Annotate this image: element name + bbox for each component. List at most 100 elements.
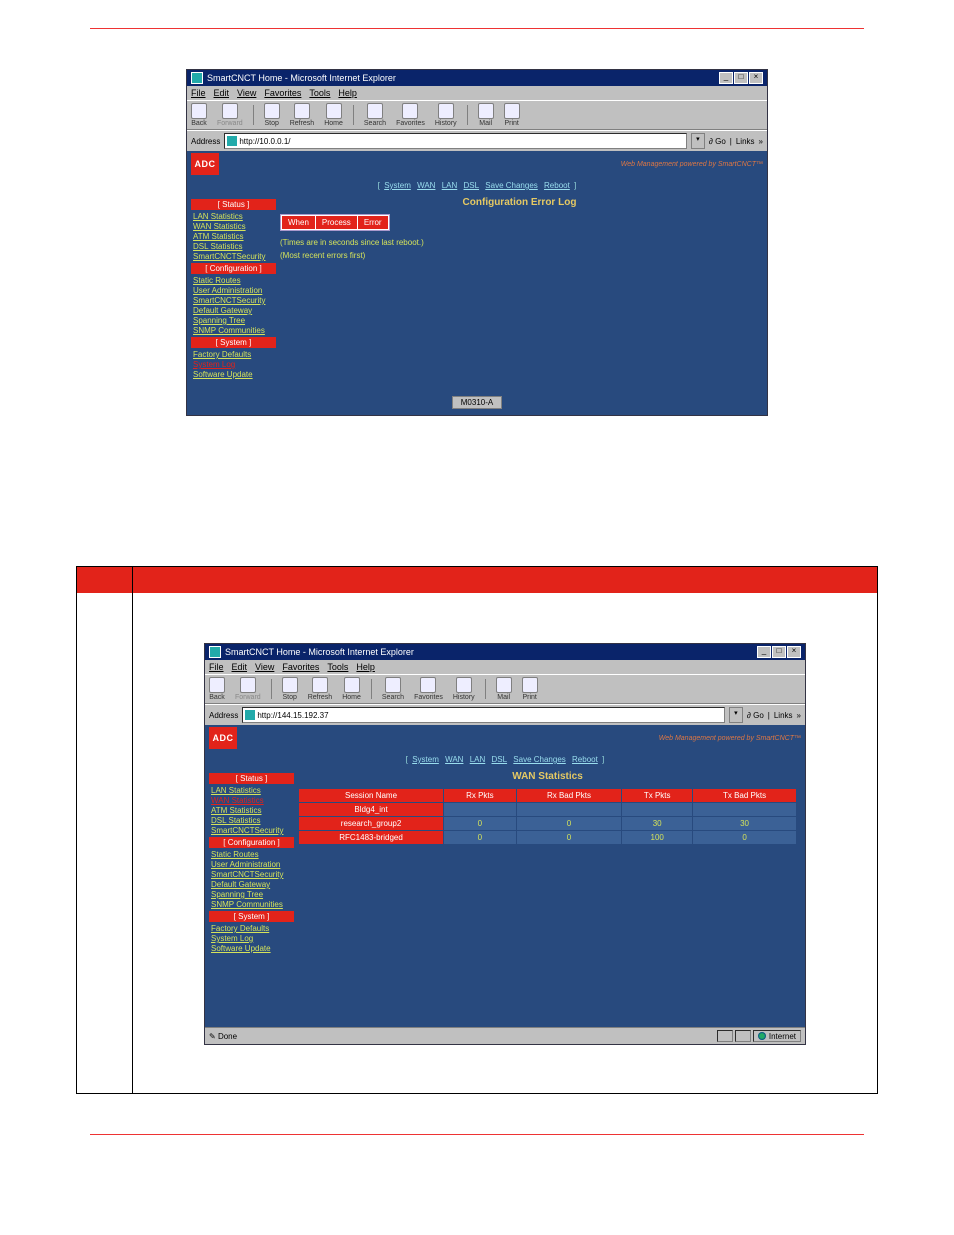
sb-header-system: [ System ] <box>209 911 294 922</box>
sb-system-log[interactable]: System Log <box>191 360 276 369</box>
menu-edit[interactable]: Edit <box>214 88 230 98</box>
go-button[interactable]: ∂ Go <box>709 137 726 146</box>
sb-smartcnct-security-1[interactable]: SmartCNCTSecurity <box>209 826 294 835</box>
forward-button[interactable]: Forward <box>235 677 261 701</box>
back-button[interactable]: Back <box>209 677 225 701</box>
history-button[interactable]: History <box>435 103 457 127</box>
sb-dsl-statistics[interactable]: DSL Statistics <box>209 816 294 825</box>
mail-button[interactable]: Mail <box>478 103 494 127</box>
menu-view[interactable]: View <box>237 88 256 98</box>
subnav-lan[interactable]: LAN <box>442 181 458 190</box>
subnav-system[interactable]: System <box>384 181 411 190</box>
subnav-save-changes[interactable]: Save Changes <box>513 755 565 764</box>
minimize-button[interactable]: _ <box>719 72 733 84</box>
sb-header-config: [ Configuration ] <box>191 263 276 274</box>
col-error: Error <box>357 216 388 230</box>
steps-table: SmartCNCT Home - Microsoft Internet Expl… <box>76 566 878 1094</box>
subnav-wan[interactable]: WAN <box>445 755 463 764</box>
subnav-wan[interactable]: WAN <box>417 181 435 190</box>
sb-wan-statistics[interactable]: WAN Statistics <box>191 222 276 231</box>
subnav-reboot[interactable]: Reboot <box>572 755 598 764</box>
stop-button[interactable]: Stop <box>264 103 280 127</box>
sb-software-update[interactable]: Software Update <box>209 944 294 953</box>
history-button[interactable]: History <box>453 677 475 701</box>
sb-factory-defaults[interactable]: Factory Defaults <box>191 350 276 359</box>
sb-user-admin[interactable]: User Administration <box>209 860 294 869</box>
links-label[interactable]: Links <box>736 137 755 146</box>
go-button[interactable]: ∂ Go <box>747 711 764 720</box>
subnav-dsl[interactable]: DSL <box>492 755 508 764</box>
sb-header-config: [ Configuration ] <box>209 837 294 848</box>
sb-wan-statistics[interactable]: WAN Statistics <box>209 796 294 805</box>
sb-default-gateway[interactable]: Default Gateway <box>209 880 294 889</box>
back-button[interactable]: Back <box>191 103 207 127</box>
sb-spanning-tree[interactable]: Spanning Tree <box>209 890 294 899</box>
print-button[interactable]: Print <box>504 103 520 127</box>
subnav-dsl[interactable]: DSL <box>464 181 480 190</box>
address-input[interactable]: http://144.15.192.37 <box>242 707 725 723</box>
mail-button[interactable]: Mail <box>496 677 512 701</box>
links-label[interactable]: Links <box>774 711 793 720</box>
menu-tools[interactable]: Tools <box>327 662 348 672</box>
sidebar: [ Status ] LAN Statistics WAN Statistics… <box>187 193 276 390</box>
menu-file[interactable]: File <box>191 88 206 98</box>
sb-snmp-communities[interactable]: SNMP Communities <box>191 326 276 335</box>
sb-smartcnct-security-2[interactable]: SmartCNCTSecurity <box>191 296 276 305</box>
address-input[interactable]: http://10.0.0.1/ <box>224 133 687 149</box>
menu-favorites[interactable]: Favorites <box>264 88 301 98</box>
menu-edit[interactable]: Edit <box>232 662 248 672</box>
sb-atm-statistics[interactable]: ATM Statistics <box>209 806 294 815</box>
menu-file[interactable]: File <box>209 662 224 672</box>
subnav-save-changes[interactable]: Save Changes <box>485 181 537 190</box>
favorites-button[interactable]: Favorites <box>414 677 443 701</box>
sb-software-update[interactable]: Software Update <box>191 370 276 379</box>
subnav-reboot[interactable]: Reboot <box>544 181 570 190</box>
favorites-button[interactable]: Favorites <box>396 103 425 127</box>
refresh-button[interactable]: Refresh <box>290 103 315 127</box>
maximize-button[interactable]: □ <box>772 646 786 658</box>
sb-default-gateway[interactable]: Default Gateway <box>191 306 276 315</box>
page-title: WAN Statistics <box>298 771 797 782</box>
col-tx-pkts: Tx Pkts <box>622 789 692 802</box>
menu-favorites[interactable]: Favorites <box>282 662 319 672</box>
search-button[interactable]: Search <box>382 677 404 701</box>
sb-static-routes[interactable]: Static Routes <box>209 850 294 859</box>
sb-spanning-tree[interactable]: Spanning Tree <box>191 316 276 325</box>
forward-button[interactable]: Forward <box>217 103 243 127</box>
close-button[interactable]: × <box>749 72 763 84</box>
subnav-lan[interactable]: LAN <box>470 755 486 764</box>
sb-lan-statistics[interactable]: LAN Statistics <box>191 212 276 221</box>
titlebar: SmartCNCT Home - Microsoft Internet Expl… <box>205 644 805 660</box>
menu-view[interactable]: View <box>255 662 274 672</box>
table-row: Bldg4_int <box>299 803 796 816</box>
sb-lan-statistics[interactable]: LAN Statistics <box>209 786 294 795</box>
menu-tools[interactable]: Tools <box>309 88 330 98</box>
sb-system-log[interactable]: System Log <box>209 934 294 943</box>
sb-smartcnct-security-1[interactable]: SmartCNCTSecurity <box>191 252 276 261</box>
stop-button[interactable]: Stop <box>282 677 298 701</box>
sb-dsl-statistics[interactable]: DSL Statistics <box>191 242 276 251</box>
refresh-button[interactable]: Refresh <box>308 677 333 701</box>
search-button[interactable]: Search <box>364 103 386 127</box>
address-dropdown[interactable]: ▾ <box>729 707 743 723</box>
home-button[interactable]: Home <box>342 677 361 701</box>
page-icon <box>245 710 255 720</box>
toolbar: Back Forward Stop Refresh Home Search Fa… <box>187 100 767 130</box>
print-button[interactable]: Print <box>522 677 538 701</box>
address-value: http://144.15.192.37 <box>257 711 328 720</box>
close-button[interactable]: × <box>787 646 801 658</box>
minimize-button[interactable]: _ <box>757 646 771 658</box>
sb-factory-defaults[interactable]: Factory Defaults <box>209 924 294 933</box>
home-button[interactable]: Home <box>324 103 343 127</box>
sb-smartcnct-security-2[interactable]: SmartCNCTSecurity <box>209 870 294 879</box>
menu-help[interactable]: Help <box>338 88 357 98</box>
maximize-button[interactable]: □ <box>734 72 748 84</box>
menu-help[interactable]: Help <box>356 662 375 672</box>
address-dropdown[interactable]: ▾ <box>691 133 705 149</box>
sb-atm-statistics[interactable]: ATM Statistics <box>191 232 276 241</box>
sb-snmp-communities[interactable]: SNMP Communities <box>209 900 294 909</box>
address-bar: Address http://144.15.192.37 ▾ ∂ Go | Li… <box>205 704 805 725</box>
sb-user-admin[interactable]: User Administration <box>191 286 276 295</box>
subnav-system[interactable]: System <box>412 755 439 764</box>
sb-static-routes[interactable]: Static Routes <box>191 276 276 285</box>
